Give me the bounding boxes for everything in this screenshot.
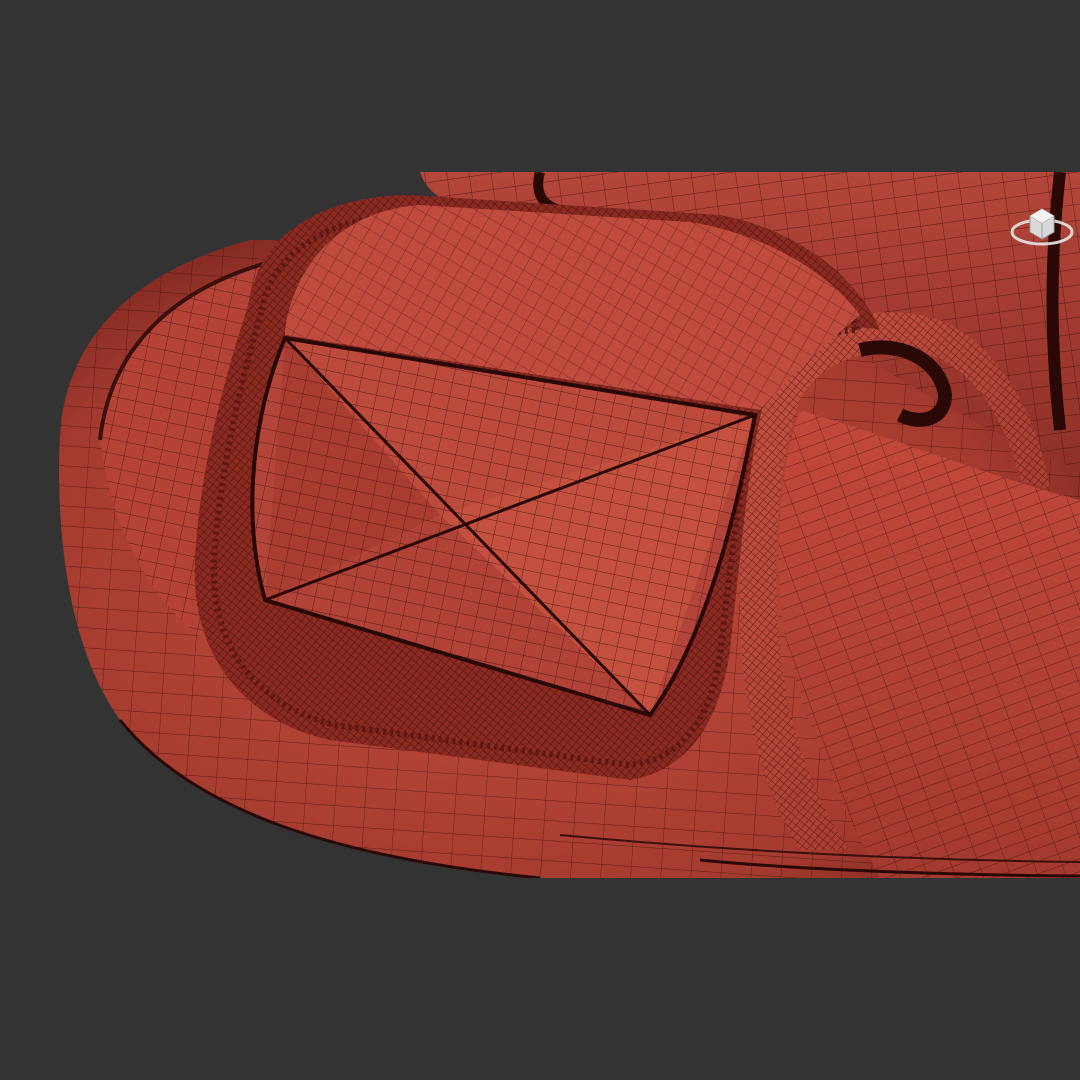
viewcube-icon[interactable] [1008, 198, 1076, 254]
mesh-render[interactable] [0, 0, 1080, 1080]
viewport-background-bottom [0, 878, 1080, 1080]
viewport-background-top [0, 0, 1080, 172]
3d-viewport[interactable] [0, 0, 1080, 1080]
